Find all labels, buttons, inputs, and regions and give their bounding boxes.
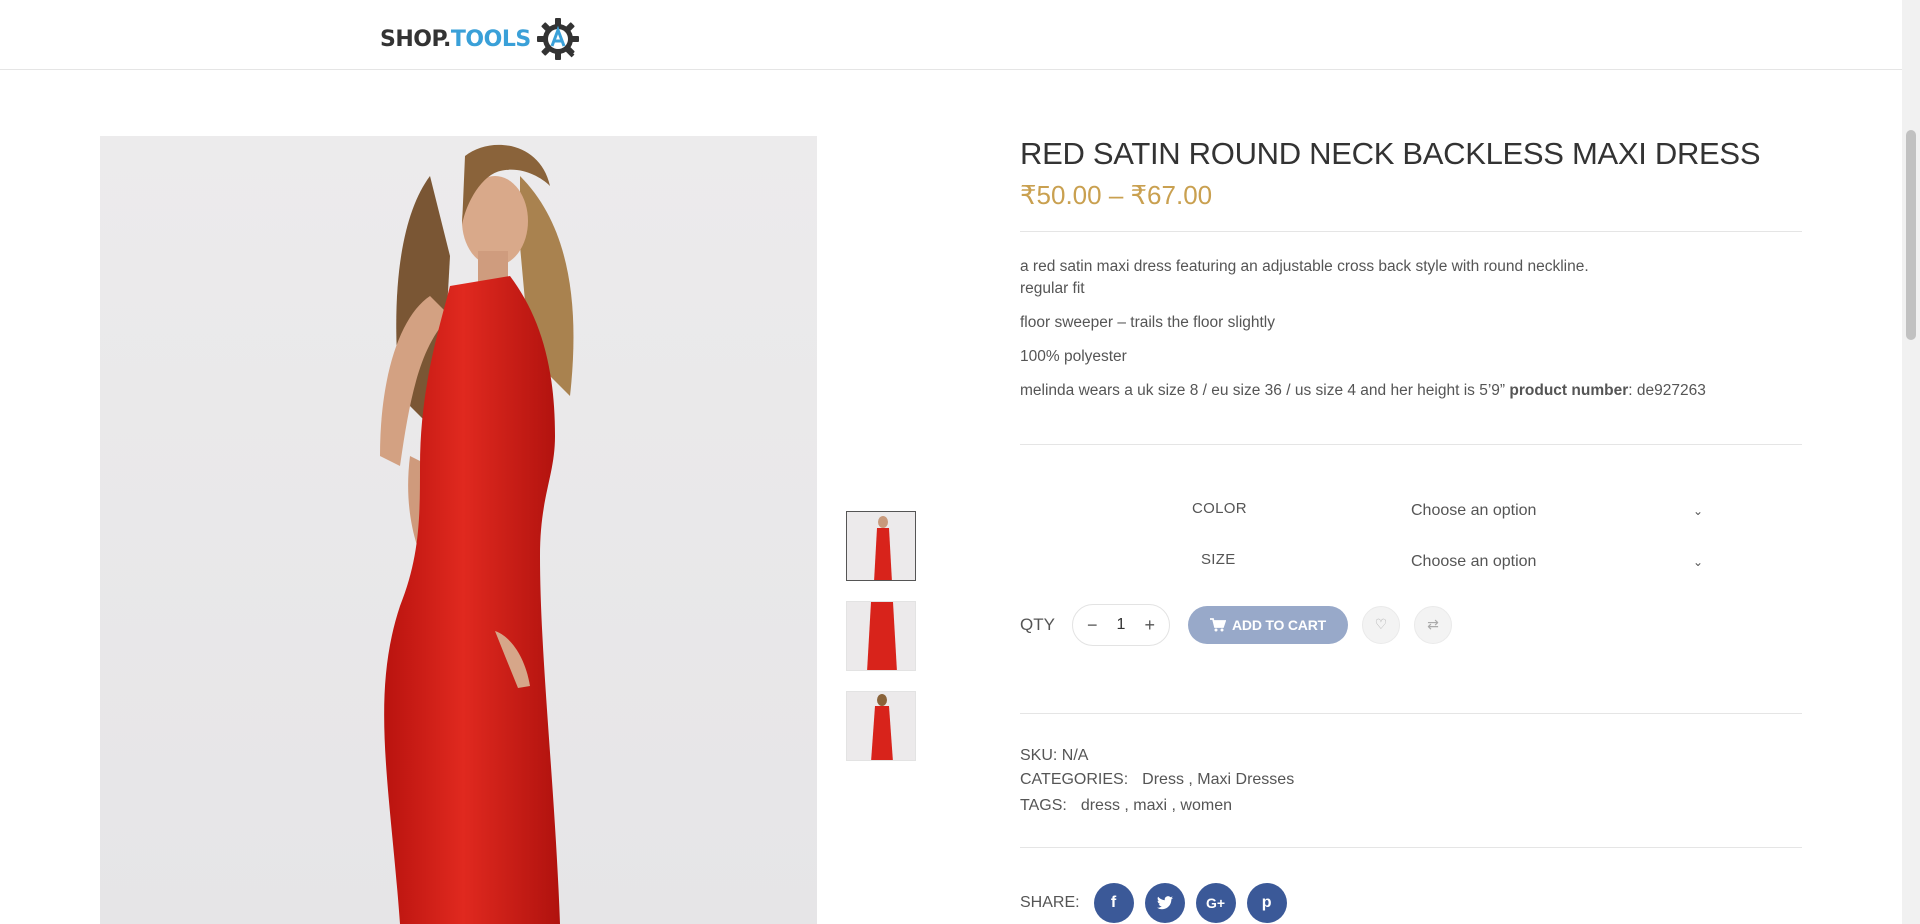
product-number-value: : de927263 <box>1628 382 1706 399</box>
facebook-icon: f <box>1110 894 1117 911</box>
share-bar: SHARE: f G+ p <box>1020 883 1298 923</box>
pinterest-icon: p <box>1261 894 1272 911</box>
sku-label: SKU: <box>1020 747 1058 764</box>
add-to-cart-label: ADD TO CART <box>1232 617 1326 633</box>
qty-label: QTY <box>1020 615 1055 634</box>
desc-line-3: floor sweeper – trails the floor slightl… <box>1020 314 1276 331</box>
site-header: SHOP.TOOLS <box>0 0 1902 70</box>
size-variation-row: SIZE Choose an option ⌄ <box>1020 541 1802 592</box>
twitter-icon <box>1156 896 1173 910</box>
product-price: ₹50.00 – ₹67.00 <box>1020 180 1213 210</box>
product-number-label: product number <box>1509 382 1629 399</box>
quantity-stepper: − 1 + <box>1072 604 1170 646</box>
qty-increase-button[interactable]: + <box>1144 615 1155 636</box>
twitter-share-button[interactable] <box>1144 883 1185 923</box>
thumbnail-1[interactable] <box>846 511 916 581</box>
divider <box>1020 847 1802 848</box>
categories-links[interactable]: Dress , Maxi Dresses <box>1142 768 1294 792</box>
logo-text: SHOP.TOOLS <box>380 26 531 52</box>
categories-label: CATEGORIES: <box>1020 771 1129 788</box>
desc-line-4: 100% polyester <box>1020 348 1127 365</box>
color-select[interactable]: Choose an option ⌄ <box>1411 496 1703 526</box>
heart-icon: ♡ <box>1374 617 1388 633</box>
divider <box>1020 231 1802 232</box>
sku-value: N/A <box>1061 747 1089 764</box>
desc-line-1: a red satin maxi dress featuring an adju… <box>1020 258 1589 275</box>
page-scrollbar[interactable] <box>1902 0 1920 924</box>
add-to-cart-button[interactable]: ADD TO CART <box>1188 606 1348 644</box>
product-summary: RED SATIN ROUND NECK BACKLESS MAXI DRESS… <box>1020 130 1802 445</box>
size-label: SIZE <box>1201 551 1236 568</box>
chevron-down-icon: ⌄ <box>1692 504 1703 518</box>
size-select-value: Choose an option <box>1411 553 1537 570</box>
wishlist-button[interactable]: ♡ <box>1361 606 1400 644</box>
facebook-share-button[interactable]: f <box>1093 883 1134 923</box>
thumbnail-gallery <box>846 511 918 781</box>
size-select[interactable]: Choose an option ⌄ <box>1411 547 1703 577</box>
tags-links[interactable]: dress , maxi , women <box>1081 794 1232 818</box>
thumbnail-3[interactable] <box>846 691 916 761</box>
sku-row: SKU: N/A <box>1020 744 1294 768</box>
categories-row: CATEGORIES: Dress , Maxi Dresses <box>1020 768 1294 792</box>
googleplus-share-button[interactable]: G+ <box>1195 883 1236 923</box>
product-title: RED SATIN ROUND NECK BACKLESS MAXI DRESS <box>1020 136 1761 171</box>
share-label: SHARE: <box>1020 894 1080 911</box>
desc-line-5: melinda wears a uk size 8 / eu size 36 /… <box>1020 382 1506 399</box>
product-main-image[interactable] <box>100 136 817 924</box>
scrollbar-thumb[interactable] <box>1906 130 1916 340</box>
divider <box>1020 444 1802 445</box>
dress-model-illustration <box>380 144 574 924</box>
pinterest-share-button[interactable]: p <box>1246 883 1287 923</box>
divider <box>1020 713 1802 714</box>
product-variations: COLOR Choose an option ⌄ SIZE Choose an … <box>1020 490 1802 592</box>
desc-line-2: regular fit <box>1020 280 1085 297</box>
thumbnail-2[interactable] <box>846 601 916 671</box>
googleplus-icon: G+ <box>1206 895 1226 911</box>
color-label: COLOR <box>1192 500 1247 517</box>
add-to-cart-row: QTY − 1 + ADD TO CART ♡ ⇄ <box>1020 604 1802 646</box>
color-select-value: Choose an option <box>1411 502 1537 519</box>
tags-row: TAGS: dress , maxi , women <box>1020 794 1294 818</box>
product-meta: SKU: N/A CATEGORIES: Dress , Maxi Dresse… <box>1020 744 1294 818</box>
color-variation-row: COLOR Choose an option ⌄ <box>1020 490 1802 541</box>
cart-icon <box>1210 618 1226 632</box>
site-logo[interactable]: SHOP.TOOLS <box>380 16 581 62</box>
qty-input[interactable]: 1 <box>1117 616 1126 634</box>
qty-decrease-button[interactable]: − <box>1087 615 1098 636</box>
chevron-down-icon: ⌄ <box>1692 555 1703 569</box>
compare-button[interactable]: ⇄ <box>1413 606 1452 644</box>
tags-label: TAGS: <box>1020 797 1067 814</box>
gear-logo-icon <box>536 18 579 60</box>
product-description: a red satin maxi dress featuring an adju… <box>1020 256 1802 402</box>
compare-arrows-icon: ⇄ <box>1427 617 1439 633</box>
